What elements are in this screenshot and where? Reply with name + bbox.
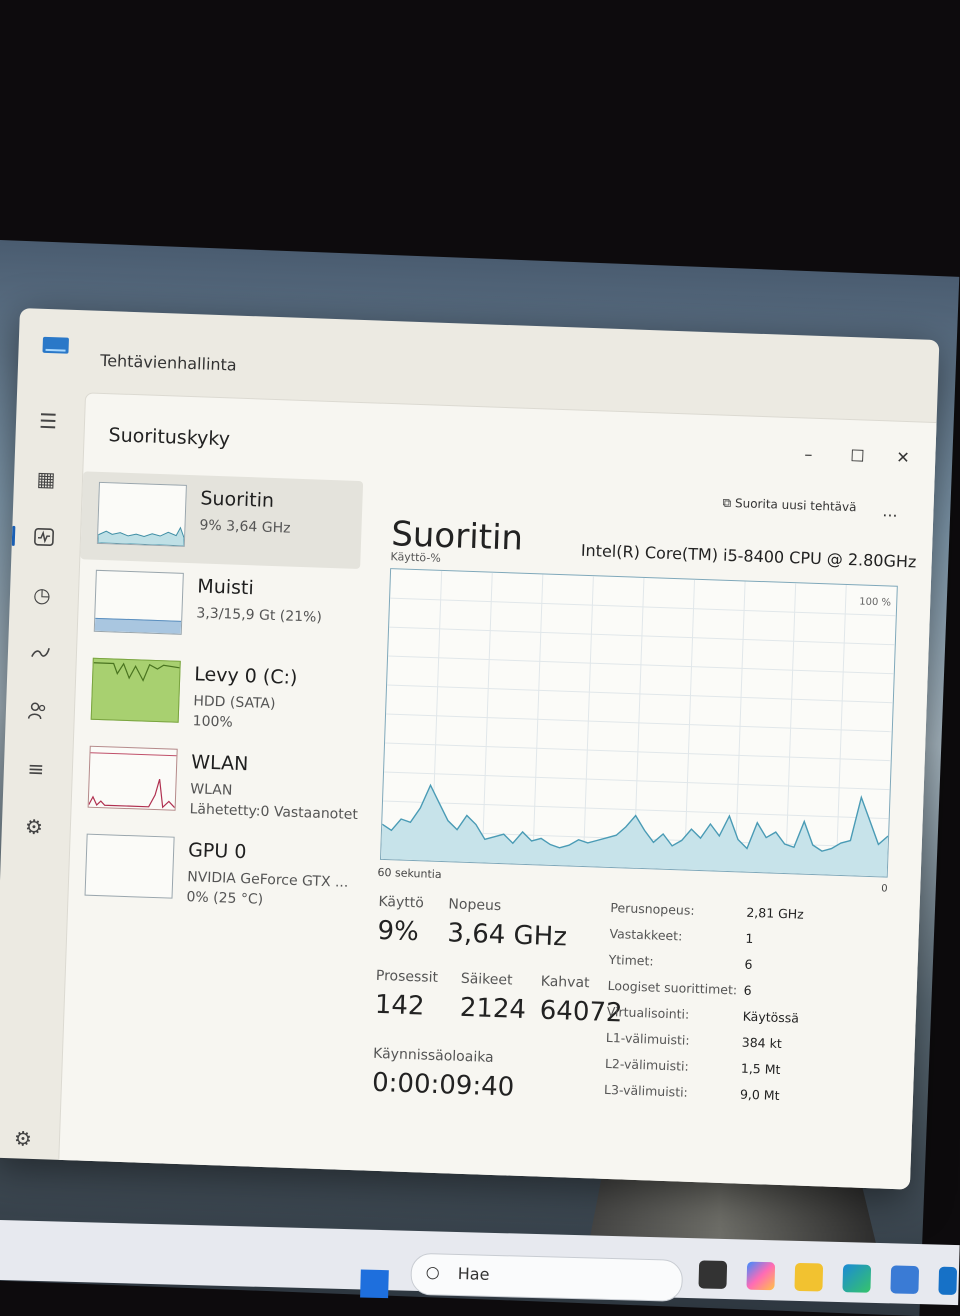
active-indicator — [11, 525, 16, 546]
x-axis-zero: 0 — [881, 883, 888, 895]
threads-value: 2124 — [459, 992, 527, 1026]
task-view-icon[interactable] — [698, 1260, 728, 1290]
gpu-thumbnail — [84, 833, 175, 899]
list-item-memory[interactable]: Muisti 3,3/15,9 Gt (21%) — [77, 559, 360, 657]
window-title: Tehtävienhallinta — [99, 350, 237, 375]
wlan-traffic: Lähetetty:0 Vastaanotet — [189, 801, 359, 824]
page-title: Suorituskyky — [108, 424, 231, 451]
history-icon[interactable]: ◷ — [23, 576, 60, 613]
run-task-label: Suorita uusi tehtävä — [734, 496, 857, 515]
wlan-thumbnail — [87, 745, 178, 811]
y-axis-label: Käyttö-% — [390, 550, 442, 565]
resource-list: Suoritin 9% 3,64 GHz Muisti 3,3/15,9 Gt … — [68, 471, 364, 921]
disk-sub: HDD (SATA) — [193, 693, 276, 713]
spec-key: L2-välimuisti: — [604, 1055, 689, 1074]
spec-value: 6 — [743, 982, 752, 998]
spec-value: 1,5 Mt — [740, 1060, 781, 1077]
cpu-specs: Perusnopeus: 2,81 GHz Vastakkeet: 1 Ytimet: 6… — [603, 900, 910, 1118]
processes-value: 142 — [374, 989, 426, 1022]
handles-label: Kahvat — [540, 973, 590, 992]
more-options-button[interactable]: ... — [882, 501, 898, 521]
usage-value: 9% — [376, 915, 420, 948]
spec-value: 384 kt — [741, 1034, 783, 1052]
users-icon[interactable] — [19, 692, 56, 729]
y-axis-max: 100 % — [859, 596, 892, 609]
spec-key: Ytimet: — [608, 951, 654, 969]
gpu-usage: 0% (25 °C) — [186, 889, 264, 908]
minimize-button[interactable]: – — [804, 444, 813, 463]
gpu-sub: NVIDIA GeForce GTX ... — [186, 869, 349, 891]
file-explorer-icon[interactable] — [794, 1262, 824, 1292]
details-icon[interactable]: ≡ — [17, 750, 54, 787]
run-task-button[interactable]: ⧉ Suorita uusi tehtävä — [722, 496, 856, 516]
memory-thumbnail — [93, 569, 184, 635]
hamburger-icon[interactable]: ☰ — [29, 402, 66, 439]
processes-icon[interactable]: ▦ — [27, 460, 64, 497]
search-placeholder: Hae — [457, 1264, 490, 1284]
list-item-cpu[interactable]: Suoritin 9% 3,64 GHz — [80, 471, 364, 570]
spec-key: Virtualisointi: — [606, 1003, 690, 1022]
spec-value: 6 — [744, 956, 753, 972]
close-button[interactable]: ✕ — [896, 448, 910, 467]
list-item-wlan[interactable]: WLAN WLAN Lähetetty:0 Vastaanotet — [71, 735, 358, 833]
memory-label: Muisti — [197, 575, 255, 600]
spec-key: Vastakkeet: — [609, 925, 683, 944]
copilot-icon[interactable] — [746, 1261, 776, 1291]
maximize-button[interactable]: ☐ — [850, 446, 865, 465]
speed-label: Nopeus — [448, 896, 502, 915]
settings-icon[interactable]: ⚙ — [4, 1120, 41, 1157]
memory-sub: 3,3/15,9 Gt (21%) — [196, 605, 323, 626]
task-manager-icon — [42, 336, 69, 354]
cpu-usage-svg — [380, 570, 896, 877]
cpu-label: Suoritin — [200, 487, 275, 512]
start-button[interactable] — [360, 1269, 389, 1299]
performance-icon[interactable] — [25, 518, 62, 555]
spec-value: 9,0 Mt — [739, 1086, 780, 1103]
startup-icon[interactable] — [21, 634, 58, 671]
outlook-icon[interactable] — [938, 1266, 958, 1296]
wlan-label: WLAN — [190, 751, 249, 776]
processes-label: Prosessit — [375, 967, 439, 986]
x-axis-label: 60 sekuntia — [377, 865, 442, 882]
speed-value: 3,64 GHz — [446, 918, 568, 953]
disk-thumbnail — [90, 657, 181, 723]
disk-usage: 100% — [192, 713, 233, 731]
task-manager-window: Tehtävienhallinta ☰ ▦ ◷ ≡ ⚙ ⚙ Suoritusky… — [0, 308, 940, 1190]
usage-label: Käyttö — [378, 893, 425, 912]
run-task-icon: ⧉ — [722, 495, 736, 511]
search-icon: ○ — [425, 1262, 441, 1282]
uptime-value: 0:00:09:40 — [371, 1067, 515, 1103]
threads-label: Säikeet — [460, 970, 513, 989]
list-item-disk[interactable]: Levy 0 (C:) HDD (SATA) 100% — [74, 647, 357, 745]
wlan-sub: WLAN — [190, 781, 233, 799]
list-item-gpu[interactable]: GPU 0 NVIDIA GeForce GTX ... 0% (25 °C) — [68, 823, 351, 921]
gpu-label: GPU 0 — [187, 839, 247, 864]
uptime-label: Käynnissäoloaika — [372, 1045, 494, 1066]
spec-value: 1 — [745, 930, 754, 946]
spec-key: Loogiset suorittimet: — [607, 977, 738, 998]
performance-panel: Suorituskyky – ☐ ✕ Suoritin 9% 3,64 GHz … — [58, 392, 939, 1190]
edge-icon[interactable] — [842, 1264, 872, 1293]
cpu-thumbnail — [96, 481, 187, 547]
spec-key: L3-välimuisti: — [603, 1081, 689, 1100]
spec-key: Perusnopeus: — [610, 899, 695, 918]
cpu-model: Intel(R) Core(TM) i5-8400 CPU @ 2.80GHz — [580, 540, 917, 572]
cpu-sub: 9% 3,64 GHz — [199, 517, 291, 537]
services-icon[interactable]: ⚙ — [15, 808, 52, 845]
disk-label: Levy 0 (C:) — [193, 663, 298, 689]
spec-value: 2,81 GHz — [746, 904, 805, 922]
spec-key: L1-välimuisti: — [605, 1029, 690, 1048]
search-box[interactable]: ○ Hae — [410, 1252, 684, 1302]
cpu-usage-graph — [379, 568, 898, 878]
cpu-detail: ⧉ Suorita uusi tehtävä ... Suoritin Inte… — [359, 474, 917, 1182]
spec-value: Käytössä — [742, 1008, 800, 1026]
